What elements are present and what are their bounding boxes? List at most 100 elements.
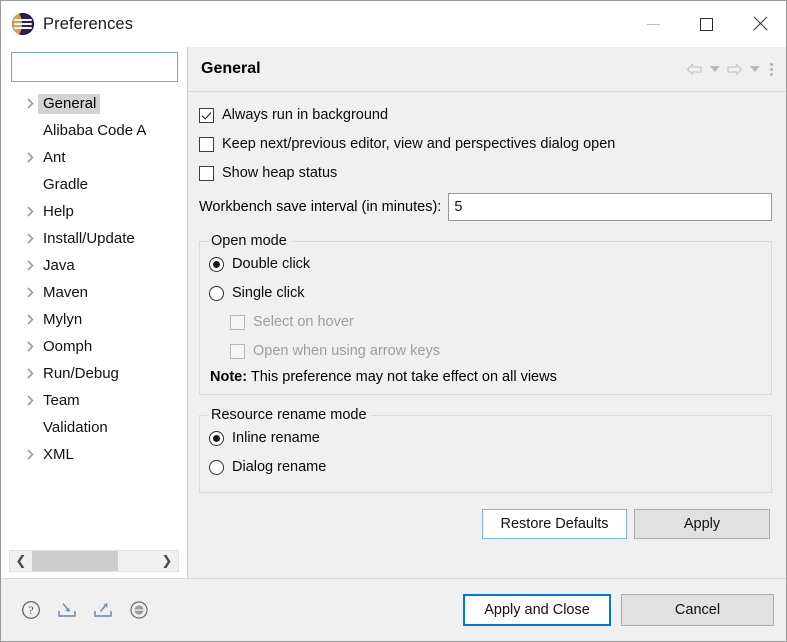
preference-content-pane: General: [187, 47, 786, 578]
tree-item-label: Ant: [38, 148, 70, 168]
checkbox-label: Always run in background: [222, 107, 388, 123]
scroll-left-icon[interactable]: ❮: [10, 554, 32, 569]
checkbox-icon: [230, 315, 245, 330]
chevron-right-icon[interactable]: [23, 314, 38, 325]
back-dropdown-icon[interactable]: [707, 58, 722, 80]
tree-item-label: Team: [38, 391, 84, 411]
content-header: General: [188, 47, 786, 92]
scrollbar-thumb[interactable]: [32, 551, 118, 571]
checkbox-label: Show heap status: [222, 165, 337, 181]
resource-rename-legend: Resource rename mode: [209, 407, 371, 423]
search-input[interactable]: [11, 52, 178, 82]
tree-item-oomph[interactable]: Oomph: [7, 333, 187, 360]
checkbox-always-run-background[interactable]: Always run in background: [199, 102, 778, 128]
chevron-right-icon[interactable]: [23, 206, 38, 217]
tree-item-label: General: [38, 94, 100, 114]
radio-double-click[interactable]: Double click: [209, 251, 762, 277]
workbench-save-interval-input[interactable]: [448, 193, 772, 221]
tree-item-help[interactable]: Help: [7, 198, 187, 225]
search-container: [7, 47, 187, 87]
help-icon[interactable]: ?: [19, 598, 43, 622]
close-button[interactable]: [733, 1, 786, 47]
open-mode-group: Open mode Double click Single click Sele…: [199, 233, 772, 395]
tree-item-alibaba-code[interactable]: Alibaba Code A: [7, 117, 187, 144]
radio-label: Double click: [232, 256, 310, 272]
resource-rename-mode-group: Resource rename mode Inline rename Dialo…: [199, 407, 772, 493]
radio-icon[interactable]: [209, 257, 224, 272]
tree-item-maven[interactable]: Maven: [7, 279, 187, 306]
preferences-dialog: Preferences General Aliba: [0, 0, 787, 642]
tree-item-general[interactable]: General: [7, 90, 187, 117]
tree-item-label: Alibaba Code A: [38, 121, 150, 141]
oomph-record-icon[interactable]: [127, 598, 151, 622]
chevron-right-icon[interactable]: [23, 98, 38, 109]
chevron-right-icon[interactable]: [23, 260, 38, 271]
tree-horizontal-scrollbar[interactable]: ❮ ❯: [9, 550, 179, 572]
open-mode-legend: Open mode: [209, 233, 291, 249]
minimize-button[interactable]: [627, 1, 680, 47]
radio-inline-rename[interactable]: Inline rename: [209, 425, 762, 451]
tree-item-label: Oomph: [38, 337, 96, 357]
checkbox-open-with-arrow-keys: Open when using arrow keys: [230, 338, 762, 364]
footer-icon-group: ?: [19, 598, 151, 622]
tree-item-label: Run/Debug: [38, 364, 123, 384]
preference-tree-pane: General Alibaba Code A Ant Gradle: [1, 47, 187, 578]
tree-item-xml[interactable]: XML: [7, 441, 187, 468]
tree-item-team[interactable]: Team: [7, 387, 187, 414]
preference-tree[interactable]: General Alibaba Code A Ant Gradle: [7, 87, 187, 550]
export-icon[interactable]: [91, 598, 115, 622]
chevron-right-icon[interactable]: [23, 449, 38, 460]
tree-item-java[interactable]: Java: [7, 252, 187, 279]
workbench-save-interval-label: Workbench save interval (in minutes):: [199, 199, 441, 215]
apply-button[interactable]: Apply: [634, 509, 770, 539]
radio-dialog-rename[interactable]: Dialog rename: [209, 454, 762, 480]
checkbox-icon[interactable]: [199, 166, 214, 181]
chevron-right-icon[interactable]: [23, 287, 38, 298]
tree-item-validation[interactable]: Validation: [7, 414, 187, 441]
checkbox-show-heap-status[interactable]: Show heap status: [199, 160, 778, 186]
scroll-right-icon[interactable]: ❯: [156, 554, 178, 569]
title-bar: Preferences: [1, 1, 786, 47]
scrollbar-track[interactable]: [32, 551, 156, 571]
import-icon[interactable]: [55, 598, 79, 622]
radio-label: Dialog rename: [232, 459, 326, 475]
radio-label: Single click: [232, 285, 305, 301]
note-text: This preference may not take effect on a…: [251, 369, 557, 385]
tree-item-install-update[interactable]: Install/Update: [7, 225, 187, 252]
cancel-button[interactable]: Cancel: [621, 594, 774, 626]
apply-and-close-button[interactable]: Apply and Close: [463, 594, 611, 626]
forward-arrow-icon[interactable]: [724, 58, 745, 80]
radio-icon[interactable]: [209, 460, 224, 475]
tree-item-run-debug[interactable]: Run/Debug: [7, 360, 187, 387]
page-action-buttons: Restore Defaults Apply: [199, 505, 778, 549]
back-arrow-icon[interactable]: [684, 58, 705, 80]
footer-buttons: Apply and Close Cancel: [463, 594, 774, 626]
restore-defaults-button[interactable]: Restore Defaults: [482, 509, 627, 539]
chevron-right-icon[interactable]: [23, 233, 38, 244]
view-menu-icon[interactable]: [764, 58, 778, 80]
chevron-right-icon[interactable]: [23, 152, 38, 163]
tree-item-label: Gradle: [38, 175, 92, 195]
checkbox-label: Keep next/previous editor, view and pers…: [222, 136, 615, 152]
tree-item-label: Java: [38, 256, 79, 276]
tree-item-gradle[interactable]: Gradle: [7, 171, 187, 198]
tree-item-mylyn[interactable]: Mylyn: [7, 306, 187, 333]
workbench-save-interval-row: Workbench save interval (in minutes):: [199, 193, 778, 221]
dialog-body: General Alibaba Code A Ant Gradle: [1, 47, 786, 578]
tree-item-label: Maven: [38, 283, 92, 303]
radio-icon[interactable]: [209, 431, 224, 446]
checkbox-keep-editor-dialog-open[interactable]: Keep next/previous editor, view and pers…: [199, 131, 778, 157]
checkbox-icon[interactable]: [199, 137, 214, 152]
radio-single-click[interactable]: Single click: [209, 280, 762, 306]
chevron-right-icon[interactable]: [23, 341, 38, 352]
chevron-right-icon[interactable]: [23, 368, 38, 379]
radio-icon[interactable]: [209, 286, 224, 301]
chevron-right-icon[interactable]: [23, 395, 38, 406]
maximize-button[interactable]: [680, 1, 733, 47]
forward-dropdown-icon[interactable]: [747, 58, 762, 80]
radio-label: Inline rename: [232, 430, 320, 446]
note-prefix: Note:: [210, 369, 247, 385]
window-title: Preferences: [43, 15, 133, 34]
checkbox-icon[interactable]: [199, 108, 214, 123]
tree-item-ant[interactable]: Ant: [7, 144, 187, 171]
